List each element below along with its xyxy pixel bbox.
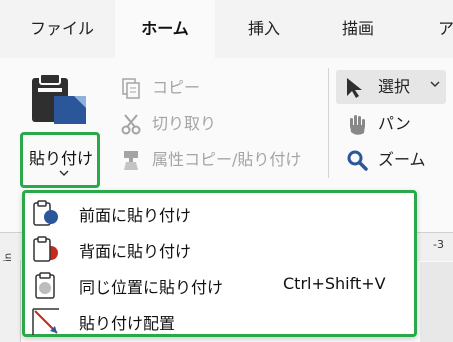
copy-icon	[120, 77, 142, 99]
menu-item-label: 前面に貼り付け	[79, 206, 192, 225]
cursor-arrow-icon	[344, 76, 366, 98]
hand-icon	[346, 113, 368, 135]
tab-more[interactable]: ア	[438, 0, 453, 58]
paste-button-label: 貼り付け	[29, 149, 94, 168]
copy-label: コピー	[152, 78, 201, 97]
paste-dropdown-menu: 前面に貼り付け 背面に貼り付け 同じ位置に貼り付け Ctrl+Shift+V 貼…	[22, 190, 417, 337]
menu-item-paste-in-back[interactable]: 背面に貼り付け	[25, 231, 414, 267]
format-painter-label: 属性コピー/貼り付け	[152, 150, 302, 169]
paste-clipboard-icon[interactable]	[28, 72, 92, 128]
paste-to-fit-icon	[31, 307, 61, 337]
ribbon-tab-bar: ファイル ホーム 挿入 描画 ア	[0, 0, 453, 58]
paste-in-place-icon	[31, 271, 61, 301]
menu-item-label: 背面に貼り付け	[79, 242, 192, 261]
group-divider	[328, 68, 329, 178]
ruler-number: -3	[433, 238, 444, 251]
tab-file[interactable]: ファイル	[30, 0, 94, 58]
menu-item-paste-in-place[interactable]: 同じ位置に貼り付け Ctrl+Shift+V	[25, 267, 414, 303]
tab-insert[interactable]: 挿入	[248, 0, 280, 58]
drawing-canvas[interactable]	[420, 262, 453, 342]
scissors-icon	[120, 113, 142, 135]
paintbrush-icon	[120, 149, 142, 171]
zoom-label: ズーム	[378, 150, 426, 169]
paste-in-back-icon	[31, 235, 61, 265]
menu-item-paste-in-front[interactable]: 前面に貼り付け	[25, 195, 414, 231]
vertical-ruler	[0, 260, 21, 342]
pan-label: パン	[378, 114, 411, 133]
select-label: 選択	[378, 77, 411, 96]
magnifier-icon	[346, 149, 368, 171]
menu-item-label: 貼り付け配置	[79, 314, 176, 333]
paste-in-front-icon	[31, 199, 61, 229]
menu-item-shortcut: Ctrl+Shift+V	[283, 274, 386, 293]
cut-label: 切り取り	[152, 114, 217, 133]
menu-item-paste-to-fit[interactable]: 貼り付け配置	[25, 303, 414, 339]
chevron-down-icon	[430, 78, 440, 91]
tab-draw[interactable]: 描画	[342, 0, 374, 58]
chevron-down-icon	[58, 169, 70, 180]
ruler-unit: in	[3, 252, 14, 262]
paste-button[interactable]: 貼り付け	[20, 132, 100, 188]
tab-home[interactable]: ホーム	[115, 0, 215, 58]
menu-item-label: 同じ位置に貼り付け	[79, 278, 224, 297]
select-button[interactable]: 選択	[336, 70, 446, 104]
